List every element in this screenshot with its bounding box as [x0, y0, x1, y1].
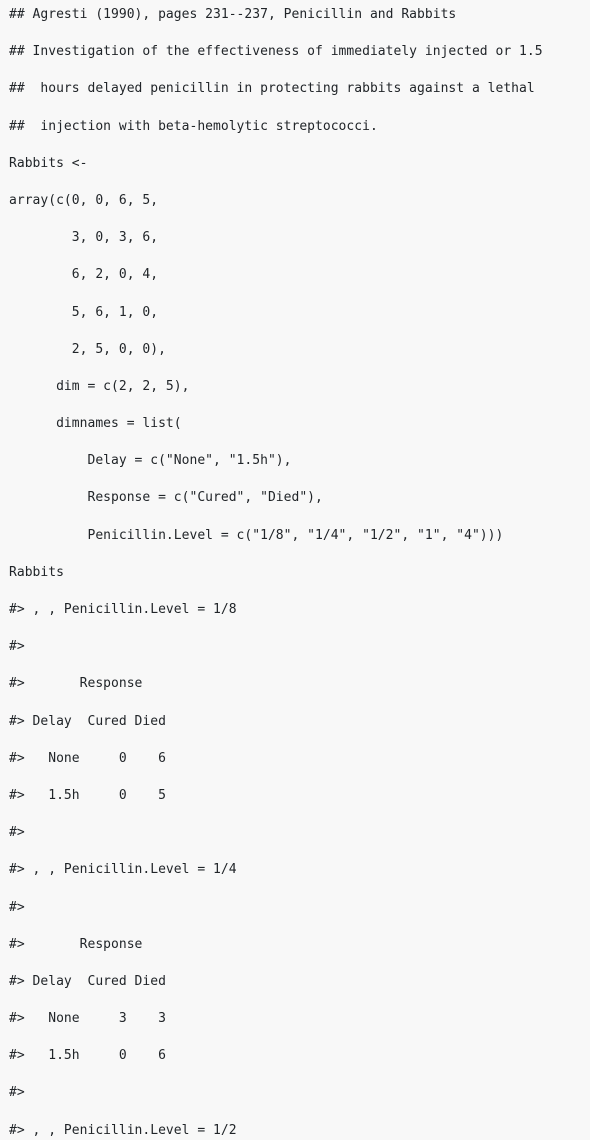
code-line-source: Rabbits — [9, 564, 64, 580]
code-line-output: #> — [9, 639, 33, 655]
code-listing[interactable]: ## Agresti (1990), pages 231--237, Penic… — [0, 0, 590, 1140]
code-line-output: #> Response — [9, 676, 143, 692]
code-line-output: #> None 0 6 — [9, 750, 166, 766]
code-line-output: #> Response — [9, 936, 143, 952]
code-line-output: #> — [9, 825, 33, 841]
code-line-source: dim = c(2, 2, 5), — [9, 378, 190, 394]
code-line-comment: ## hours delayed penicillin in protectin… — [9, 81, 535, 97]
code-line-output: #> , , Penicillin.Level = 1/2 — [9, 1122, 237, 1138]
code-line-source: 3, 0, 3, 6, — [9, 230, 159, 246]
code-line-source: Rabbits <- — [9, 155, 88, 171]
code-line-output: #> — [9, 1085, 33, 1101]
code-line-comment: ## Investigation of the effectiveness of… — [9, 44, 543, 60]
code-line-output: #> 1.5h 0 5 — [9, 787, 166, 803]
code-line-output: #> 1.5h 0 6 — [9, 1048, 166, 1064]
code-line-source: 5, 6, 1, 0, — [9, 304, 159, 320]
code-line-source: array(c(0, 0, 6, 5, — [9, 192, 159, 208]
code-line-output: #> Delay Cured Died — [9, 973, 166, 989]
code-line-source: 2, 5, 0, 0), — [9, 341, 166, 357]
code-line-output: #> , , Penicillin.Level = 1/8 — [9, 602, 237, 617]
code-line-comment: ## Agresti (1990), pages 231--237, Penic… — [9, 7, 457, 22]
code-line-source: Delay = c("None", "1.5h"), — [9, 453, 292, 469]
code-line-output: #> Delay Cured Died — [9, 713, 166, 729]
code-line-output: #> , , Penicillin.Level = 1/4 — [9, 862, 237, 878]
code-line-output: #> — [9, 899, 33, 915]
code-line-source: dimnames = list( — [9, 416, 182, 432]
code-line-source: 6, 2, 0, 4, — [9, 267, 159, 283]
code-line-comment: ## injection with beta-hemolytic strepto… — [9, 118, 378, 134]
code-line-source: Response = c("Cured", "Died"), — [9, 490, 323, 506]
code-line-source: Penicillin.Level = c("1/8", "1/4", "1/2"… — [9, 527, 504, 543]
code-line-output: #> None 3 3 — [9, 1011, 166, 1027]
